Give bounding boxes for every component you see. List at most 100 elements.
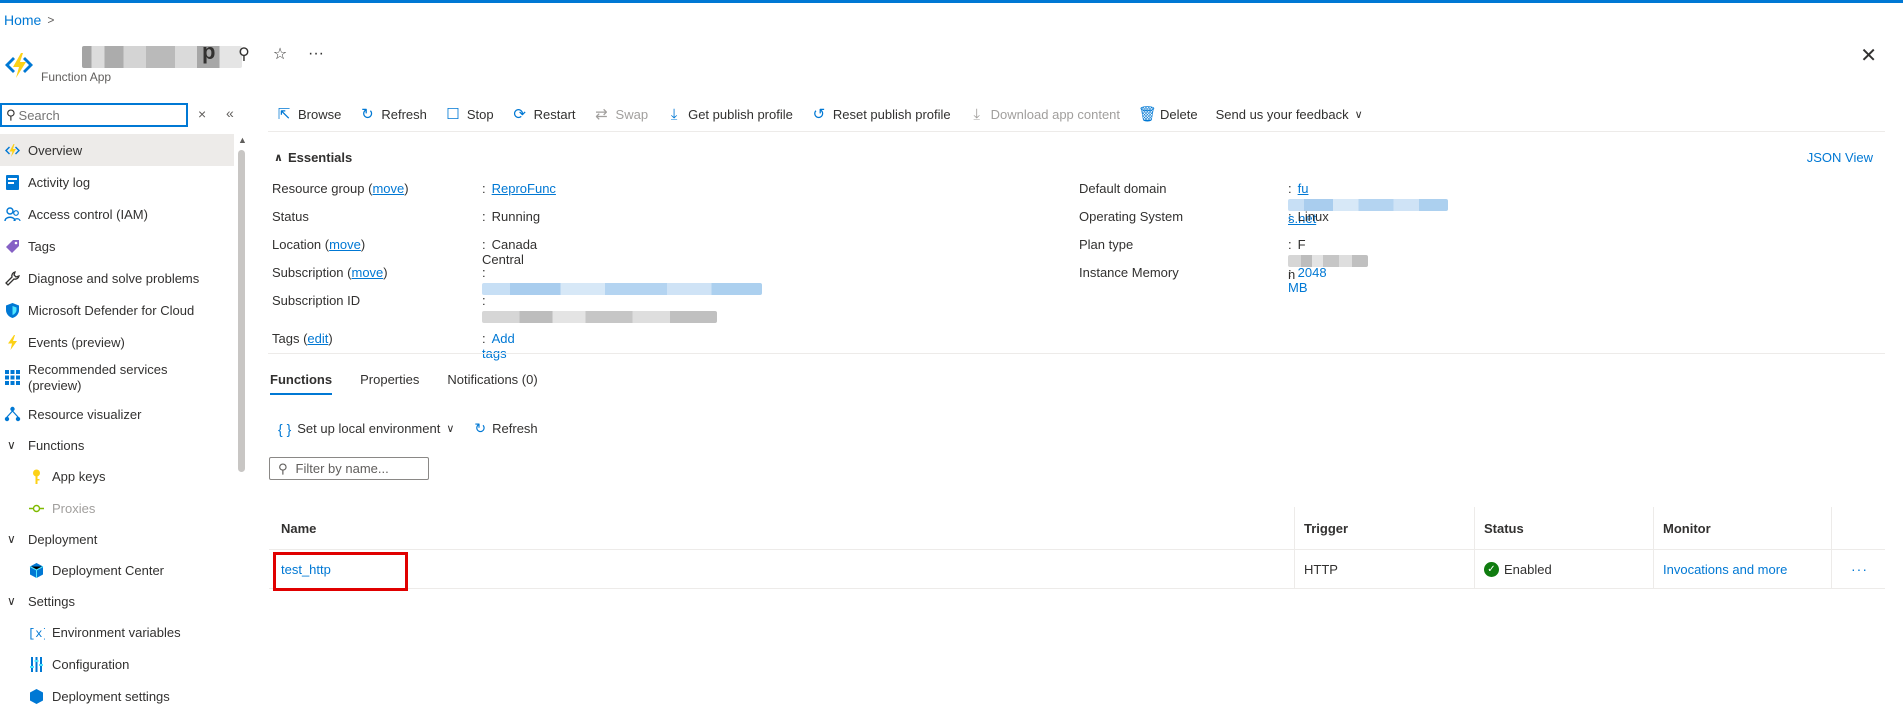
sidebar-item-label: Overview (28, 142, 83, 158)
column-header-trigger[interactable]: Trigger (1304, 521, 1348, 536)
sidebar-item-overview[interactable]: Overview (0, 134, 234, 166)
essentials-toggle[interactable]: ∧ Essentials (274, 150, 352, 165)
delete-button[interactable]: 🗑 Delete (1138, 105, 1198, 123)
star-icon[interactable]: ☆ (271, 44, 289, 64)
clear-search-icon[interactable]: × (198, 106, 206, 122)
pin-icon[interactable]: ⚲ (235, 44, 253, 64)
sidebar-item-app-keys[interactable]: App keys (0, 460, 234, 492)
column-header-monitor[interactable]: Monitor (1663, 521, 1711, 536)
chevron-down-icon: ∨ (446, 423, 455, 435)
app-type-subtitle: Function App (41, 70, 112, 84)
json-view-link[interactable]: JSON View (1807, 150, 1873, 165)
resource-header: p Function App ⚲ ☆ ··· ✕ (0, 39, 1903, 88)
subscription-id-row: Subscription ID : (272, 293, 717, 323)
sidebar-item-configuration[interactable]: Configuration (0, 648, 234, 680)
menu-search-input[interactable] (18, 107, 169, 123)
download-icon: ⤓ (973, 105, 980, 123)
instance-memory-label: Instance Memory (1079, 265, 1179, 280)
reset-publish-profile-button[interactable]: ↺ Reset publish profile (811, 105, 951, 123)
sidebar-item-tags[interactable]: Tags (0, 230, 234, 262)
sidebar-item-label: Recommended services (preview) (28, 362, 168, 393)
move-subscription-link[interactable]: move (351, 265, 383, 280)
wrench-icon (5, 271, 20, 286)
close-icon[interactable]: ✕ (1860, 43, 1877, 68)
move-resource-group-link[interactable]: move (372, 181, 404, 196)
sidebar-item-recommended-services[interactable]: Recommended services (preview) (0, 358, 234, 398)
restart-label: Restart (533, 106, 576, 122)
row-more-options-icon[interactable]: ··· (1851, 561, 1868, 577)
sidebar-item-deployment-settings[interactable]: Deployment settings (0, 680, 234, 711)
delete-label: Delete (1160, 106, 1198, 122)
deployment-settings-icon (30, 689, 43, 704)
download-icon: ⤓ (670, 105, 678, 123)
sidebar-item-resource-visualizer[interactable]: Resource visualizer (0, 398, 234, 430)
location-row: Location (move) : Canada Central (272, 237, 538, 267)
activity-log-icon (6, 175, 19, 190)
sidebar-group-functions[interactable]: ∨ Functions (0, 430, 234, 460)
location-value: Canada Central (482, 237, 538, 267)
chevron-down-icon: ∨ (1354, 108, 1363, 121)
move-location-link[interactable]: move (329, 237, 361, 252)
restart-icon: ⟳ (513, 106, 526, 123)
search-icon: ⚲ (278, 460, 288, 476)
add-tags-link[interactable]: Add tags (482, 331, 515, 361)
swap-button[interactable]: ⇄ Swap (594, 105, 648, 123)
sidebar-scrollbar-thumb[interactable] (238, 150, 245, 472)
chevron-down-icon: ∨ (7, 532, 16, 546)
tab-properties[interactable]: Properties (360, 372, 419, 395)
invocations-link[interactable]: Invocations and more (1663, 562, 1787, 577)
tab-functions[interactable]: Functions (270, 372, 333, 395)
setup-local-label: Set up local environment (297, 421, 441, 436)
sidebar-item-diagnose[interactable]: Diagnose and solve problems (0, 262, 234, 294)
breadcrumb-home[interactable]: Home (4, 12, 41, 28)
people-icon (4, 207, 21, 222)
sidebar-item-events[interactable]: Events (preview) (0, 326, 234, 358)
sidebar-group-label: Functions (28, 437, 85, 453)
location-label: Location (move) (272, 237, 366, 252)
sidebar-item-access-control[interactable]: Access control (IAM) (0, 198, 234, 230)
sidebar-item-defender[interactable]: Microsoft Defender for Cloud (0, 294, 234, 326)
sidebar-item-label: Access control (IAM) (28, 206, 148, 222)
breadcrumb-separator: > (47, 13, 55, 27)
sidebar-item-deployment-center[interactable]: Deployment Center (0, 554, 234, 586)
browse-button[interactable]: ⇱ Browse (276, 105, 342, 123)
chevron-up-icon: ∧ (274, 152, 283, 164)
collapse-menu-icon[interactable]: « (226, 105, 234, 121)
resource-group-link[interactable]: ReproFunc (492, 181, 556, 196)
functions-refresh-button[interactable]: ↻ Refresh (474, 420, 537, 437)
download-app-content-button[interactable]: ⤓ Download app content (969, 106, 1120, 123)
refresh-icon: ↻ (361, 106, 374, 123)
sidebar-item-label: Diagnose and solve problems (28, 270, 200, 286)
restart-button[interactable]: ⟳ Restart (512, 105, 576, 123)
sidebar-group-settings[interactable]: ∨ Settings (0, 586, 234, 616)
setup-local-environment-button[interactable]: { } Set up local environment ∨ (278, 421, 454, 437)
tab-notifications[interactable]: Notifications (0) (447, 372, 537, 395)
function-app-icon (5, 53, 33, 78)
edit-tags-link[interactable]: edit (307, 331, 328, 346)
column-header-status[interactable]: Status (1484, 521, 1524, 536)
sidebar-item-activity-log[interactable]: Activity log (0, 166, 234, 198)
download-app-content-label: Download app content (990, 106, 1121, 122)
get-publish-profile-button[interactable]: ⤓ Get publish profile (666, 106, 793, 123)
resource-menu-list: Overview Activity log Access control (IA… (0, 134, 234, 711)
sidebar-group-label: Settings (28, 593, 75, 609)
scroll-up-icon[interactable]: ▲ (238, 135, 247, 145)
sidebar-item-environment-variables[interactable]: [x] Environment variables (0, 616, 234, 648)
open-external-icon: ⇱ (277, 106, 291, 123)
refresh-button[interactable]: ↻ Refresh (359, 105, 427, 123)
sidebar-group-deployment[interactable]: ∨ Deployment (0, 524, 234, 554)
feedback-button[interactable]: Send us your feedback ∨ (1216, 107, 1363, 122)
sidebar-item-proxies[interactable]: Proxies (0, 492, 234, 524)
svg-text:[x]: [x] (28, 627, 45, 641)
command-bar-divider (268, 131, 1885, 132)
browse-label: Browse (298, 106, 342, 122)
stop-button[interactable]: ☐ Stop (445, 105, 493, 123)
column-header-name[interactable]: Name (281, 521, 316, 536)
search-icon: ⚲ (6, 107, 16, 122)
filter-by-name-input[interactable]: ⚲ Filter by name... (269, 457, 429, 480)
overview-tabs: Functions Properties Notifications (0) (270, 372, 538, 395)
menu-search-box[interactable]: ⚲ (0, 103, 188, 127)
instance-memory-link[interactable]: 2048 MB (1288, 265, 1327, 295)
more-options-icon[interactable]: ··· (307, 45, 325, 63)
operating-system-row: Operating System : Linux (1079, 209, 1329, 237)
